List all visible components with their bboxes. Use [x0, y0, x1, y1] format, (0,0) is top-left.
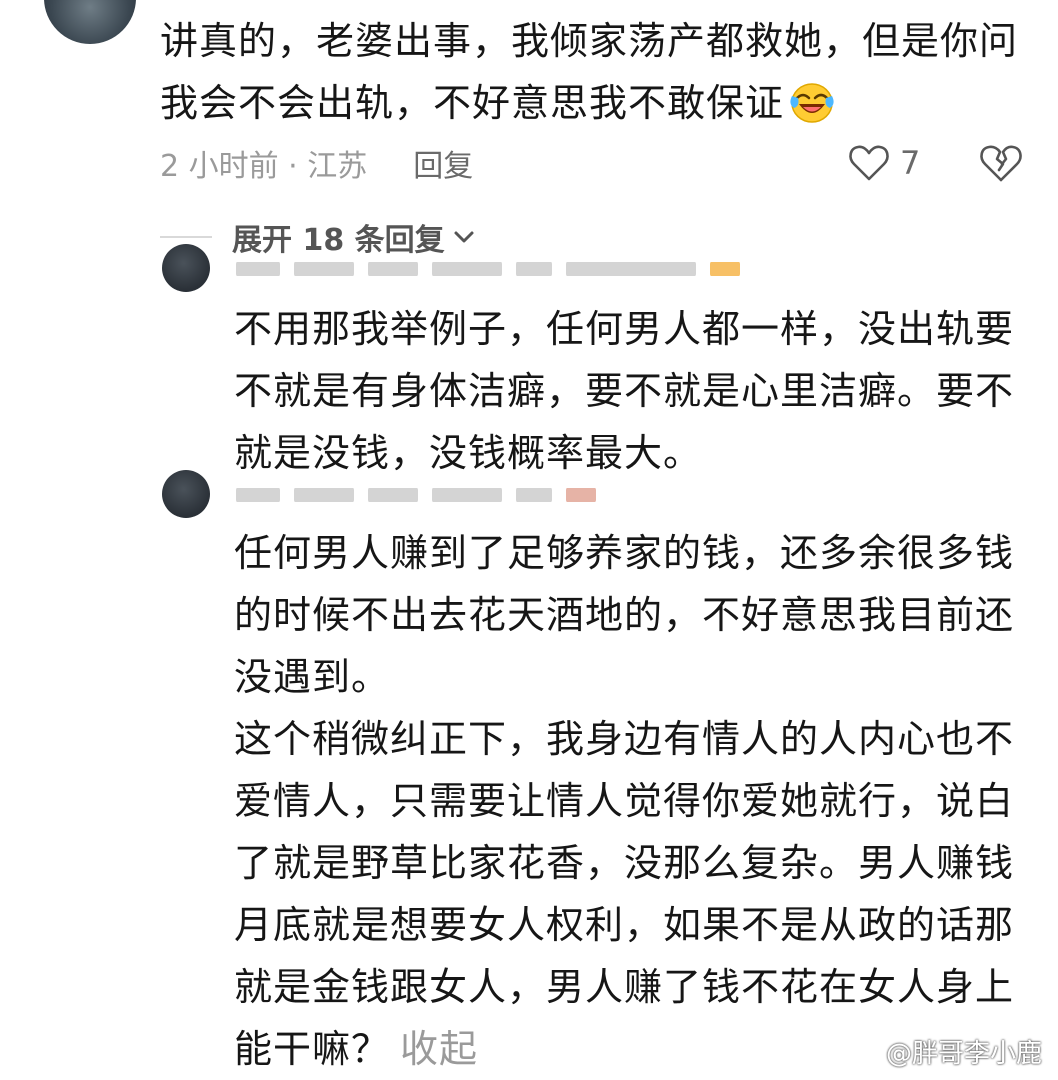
- chevron-down-icon: [454, 231, 474, 243]
- like-button[interactable]: 7: [848, 140, 920, 186]
- comment-body: 讲真的，老婆出事，我倾家荡产都救她，但是你问我会不会出轨，不好意思我不敢保证: [160, 10, 1030, 134]
- like-count: 7: [900, 144, 921, 182]
- reply-text-block: 任何男人赚到了足够养家的钱，还多余很多钱的时候不出去花天酒地的，不好意思我目前还…: [234, 522, 1034, 1080]
- reply-username-cropped: [236, 262, 754, 276]
- reply-avatar[interactable]: [162, 470, 210, 518]
- laughing-crying-emoji-icon: [788, 80, 836, 124]
- divider: [160, 236, 212, 238]
- reply-text: 任何男人赚到了足够养家的钱，还多余很多钱的时候不出去花天酒地的，不好意思我目前还…: [234, 531, 1015, 699]
- collapse-button[interactable]: 收起: [400, 1027, 478, 1071]
- expand-replies-button[interactable]: 展开 18 条回复: [160, 214, 477, 260]
- reply-text-continued: 这个稍微纠正下，我身边有情人的人内心也不爱情人，只需要让情人觉得你爱她就行，说白…: [234, 708, 1034, 1080]
- heart-icon: [849, 145, 889, 181]
- watermark: @胖哥李小鹿: [846, 1033, 1042, 1070]
- comment-meta: 2 小时前 · 江苏 回复: [160, 140, 473, 186]
- commenter-avatar[interactable]: [44, 0, 136, 44]
- reply-text: 不用那我举例子，任何男人都一样，没出轨要不就是有身体洁癖，要不就是心里洁癖。要不…: [234, 307, 1015, 475]
- reply-username-cropped: [236, 488, 610, 502]
- reply-button[interactable]: 回复: [413, 141, 473, 185]
- reply-avatar[interactable]: [162, 244, 210, 292]
- comment-time-location: 2 小时前 · 江苏: [160, 149, 368, 184]
- reply-text: 这个稍微纠正下，我身边有情人的人内心也不爱情人，只需要让情人觉得你爱她就行，说白…: [234, 717, 1015, 1071]
- watermark-text: @胖哥李小鹿: [885, 1039, 1042, 1069]
- expand-replies-label: 展开 18 条回复: [232, 223, 445, 258]
- weibo-icon: [847, 1040, 879, 1064]
- broken-heart-icon[interactable]: [978, 142, 1024, 188]
- comment-text: 讲真的，老婆出事，我倾家荡产都救她，但是你问我会不会出轨，不好意思我不敢保证: [160, 19, 1019, 125]
